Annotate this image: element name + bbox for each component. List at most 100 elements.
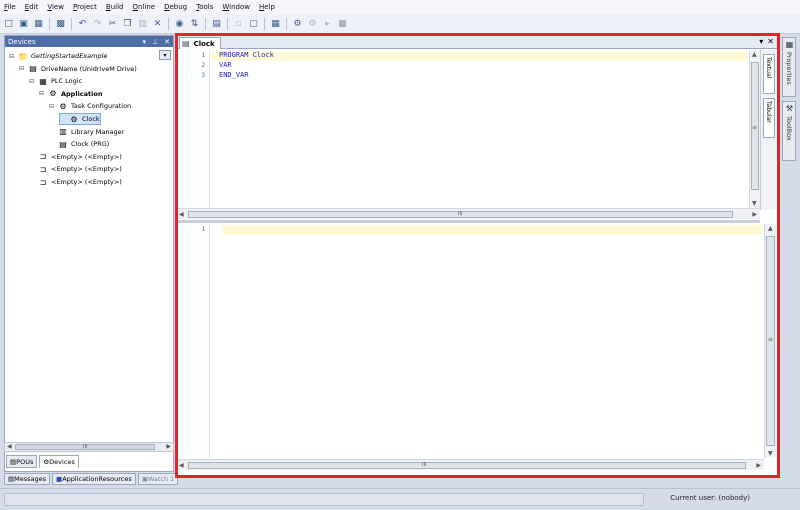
tree-dropdown-button[interactable]: ▾ xyxy=(159,50,171,60)
tree-item[interactable]: ⊟ ▦ PLC Logic xyxy=(29,75,82,87)
copy-icon[interactable]: ❐ xyxy=(121,17,134,30)
redo-icon[interactable]: ↷ xyxy=(91,17,104,30)
tree-item-label: <Empty> (<Empty>) xyxy=(51,165,122,174)
tree-item[interactable]: ⊟ ⚙ Task Configuration xyxy=(49,100,131,112)
tree-item-label: <Empty> (<Empty>) xyxy=(51,178,122,186)
tree-item[interactable]: ⚙ Clock xyxy=(59,113,101,125)
devices-horizontal-scrollbar[interactable]: ◀ III ▶ xyxy=(4,442,174,452)
devices-panel: Devices ▾ ⊥ ✕ ▾ ⊟ 📁 GettingStartedExample ⊟… xyxy=(4,35,174,472)
tree-item[interactable]: ⊟ 📁 GettingStartedExample xyxy=(9,50,107,62)
logout-icon[interactable]: ⚙ xyxy=(306,17,319,30)
menu-edit[interactable]: Edit xyxy=(25,3,39,11)
cut-icon[interactable]: ✂ xyxy=(106,17,119,30)
toolbar-separator xyxy=(205,17,206,30)
pane-tabs: ▤ POUs ⚙ Devices xyxy=(4,455,174,469)
tree-item[interactable]: ⊐ <Empty> (<Empty>) xyxy=(29,176,122,188)
tab-messages[interactable]: ▤ Messages xyxy=(4,473,51,485)
tree-item-label: <Empty> (<Empty>) xyxy=(51,152,122,161)
menu-help[interactable]: Help xyxy=(259,3,275,11)
highlight-frame xyxy=(175,33,780,478)
tab-toolbox[interactable]: ⚒ ToolBox xyxy=(782,101,796,161)
delete-icon[interactable]: ✕ xyxy=(151,17,164,30)
undo-icon[interactable]: ↶ xyxy=(76,17,89,30)
tree-item-label: Task Configuration xyxy=(71,102,132,111)
login-icon[interactable]: ⚙ xyxy=(291,17,304,30)
menu-window[interactable]: Window xyxy=(222,3,250,11)
menu-debug[interactable]: Debug xyxy=(164,3,187,11)
tab-watch-1[interactable]: ▣ Watch 1 xyxy=(137,473,179,485)
tab-label: Devices xyxy=(49,458,75,466)
menu-view[interactable]: View xyxy=(47,3,64,11)
dropdown-icon[interactable]: ▾ xyxy=(143,38,147,46)
tab-devices[interactable]: ⚙ Devices xyxy=(39,455,79,468)
task-icon: ⚙ xyxy=(70,114,78,124)
devices-panel-title: Devices xyxy=(8,37,36,46)
tree-expander-icon[interactable]: ⊟ xyxy=(9,53,16,60)
scroll-left-icon[interactable]: ◀ xyxy=(7,443,12,450)
tab-label: Watch 1 xyxy=(147,475,175,483)
tree-expander-icon[interactable]: ⊟ xyxy=(49,103,56,110)
close-icon[interactable]: ✕ xyxy=(164,38,170,46)
devices-panel-header: Devices ▾ ⊥ ✕ xyxy=(5,36,173,47)
project-icon: 📁 xyxy=(18,51,28,61)
tree-expander-icon[interactable]: ⊟ xyxy=(39,90,46,97)
status-message-area xyxy=(4,493,644,506)
stop-icon[interactable]: ■ xyxy=(336,17,349,30)
pin-icon[interactable]: ⊥ xyxy=(152,38,158,46)
toolbox-icon: ⚒ xyxy=(785,104,794,113)
current-user-label: Current user: (nobody) xyxy=(670,494,750,502)
start-icon[interactable]: ▸ xyxy=(321,17,334,30)
tree-item[interactable]: ⊐ <Empty> (<Empty>) xyxy=(29,163,122,175)
tab-label: Properties xyxy=(785,52,793,85)
new-project-icon[interactable]: □ xyxy=(2,17,15,30)
toolbar-separator xyxy=(49,17,50,30)
task-config-icon: ⚙ xyxy=(59,101,67,111)
toolbar-separator xyxy=(264,17,265,30)
tree-item[interactable]: ▥ Library Manager xyxy=(49,126,124,138)
object-icon[interactable]: ▫ xyxy=(232,17,245,30)
properties-icon: ▦ xyxy=(785,40,794,49)
tree-expander-icon[interactable]: ⊟ xyxy=(29,78,36,85)
tab-properties[interactable]: ▦ Properties xyxy=(782,37,796,97)
tree-item[interactable]: ▤ Clock (PRG) xyxy=(49,138,109,150)
tree-item[interactable]: ⊟ ⚙ Application xyxy=(39,88,102,100)
tree-item[interactable]: ⊐ <Empty> (<Empty>) xyxy=(29,151,122,163)
tree-item-label: Clock xyxy=(82,115,100,123)
tab-label: ApplicationResources xyxy=(62,475,132,483)
toolbar-separator xyxy=(227,17,228,30)
menu-online[interactable]: Online xyxy=(133,3,156,11)
print-icon[interactable]: ▩ xyxy=(54,17,67,30)
save-icon[interactable]: ▦ xyxy=(32,17,45,30)
menu-tools[interactable]: Tools xyxy=(196,3,213,11)
replace-icon[interactable]: ⇅ xyxy=(188,17,201,30)
tab-applicationresources[interactable]: ■ ApplicationResources xyxy=(52,473,136,485)
paste-icon[interactable]: ▥ xyxy=(136,17,149,30)
tree-item[interactable]: ⊟ ▤ DriveName (UnidriveM Drive) xyxy=(19,63,137,75)
scroll-right-icon[interactable]: ▶ xyxy=(166,443,171,450)
toolbar-separator xyxy=(168,17,169,30)
grid-icon[interactable]: ▦ xyxy=(269,17,282,30)
menu-project[interactable]: Project xyxy=(73,3,97,11)
empty-slot-icon: ⊐ xyxy=(39,177,47,187)
scroll-grip: III xyxy=(83,444,88,450)
tree-item-label: DriveName (UnidriveM Drive) xyxy=(41,64,137,73)
tab-pous[interactable]: ▤ POUs xyxy=(6,455,38,468)
tree-item-label: Clock (PRG) xyxy=(71,140,110,149)
empty-slot-icon: ⊐ xyxy=(39,152,47,162)
menu-file[interactable]: File xyxy=(4,3,16,11)
open-folder-icon[interactable]: ▣ xyxy=(17,17,30,30)
plc-logic-icon: ▦ xyxy=(39,76,47,86)
add-object-icon[interactable]: ▢ xyxy=(247,17,260,30)
tree-item-label: GettingStartedExample xyxy=(31,52,108,60)
find-icon[interactable]: ◉ xyxy=(173,17,186,30)
tab-label: POUs xyxy=(16,457,34,466)
tree-expander-icon[interactable]: ⊟ xyxy=(19,65,26,72)
library-icon: ▥ xyxy=(59,127,67,137)
menu-build[interactable]: Build xyxy=(106,3,124,11)
build-icon[interactable]: ▤ xyxy=(210,17,223,30)
tree-item-label: Application xyxy=(61,89,103,98)
program-icon: ▤ xyxy=(59,139,67,149)
tree-item-label: Library Manager xyxy=(71,127,125,136)
toolbar-separator xyxy=(286,17,287,30)
application-icon: ⚙ xyxy=(49,89,57,99)
